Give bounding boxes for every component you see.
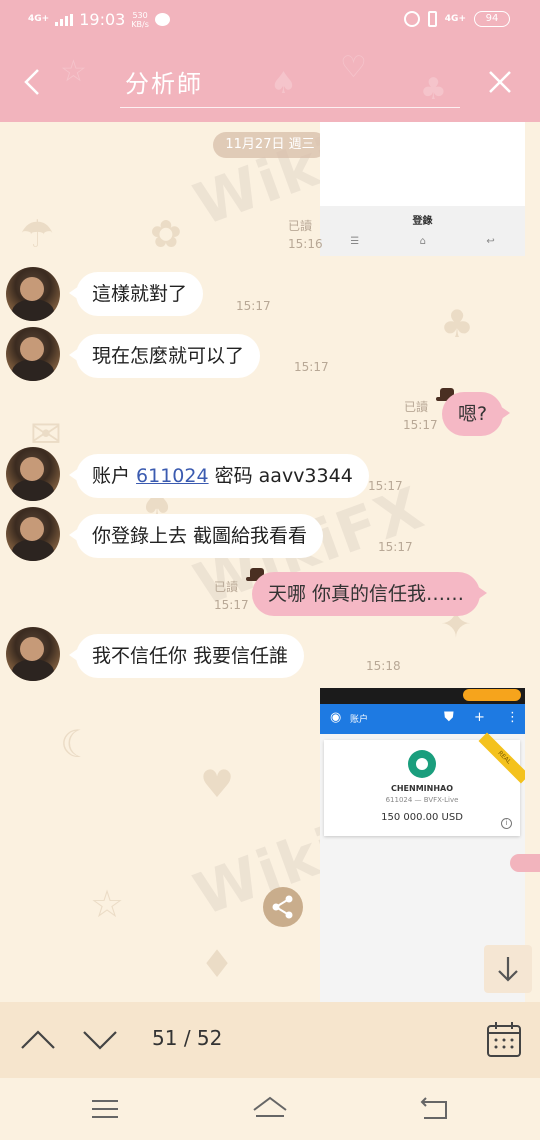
message-bubble-incoming[interactable]: 現在怎麼就可以了 xyxy=(68,334,261,378)
image-header-title: 账户 xyxy=(350,715,369,725)
message-bubble-outgoing[interactable]: 天哪 你真的信任我…… xyxy=(252,572,488,616)
back-icon: ↩ xyxy=(486,236,495,247)
doodle-icon: ✿ xyxy=(150,212,182,256)
password-text: 密码 aavv3344 xyxy=(208,465,353,487)
message-bubble-outgoing[interactable]: 嗯? xyxy=(442,392,511,436)
calendar-button[interactable] xyxy=(484,1020,524,1060)
home-button[interactable] xyxy=(252,1092,288,1124)
avatar[interactable] xyxy=(6,447,60,501)
close-button[interactable] xyxy=(482,64,518,100)
read-receipt: 已讀 xyxy=(403,400,428,414)
system-navigation-bar xyxy=(0,1078,540,1140)
avatar[interactable] xyxy=(6,327,60,381)
status-bar: 4G+ 19:03 530 KB/s 4G+ 94 xyxy=(0,0,540,42)
doodle-icon: ☾ xyxy=(60,722,95,766)
page-indicator: 51 / 52 xyxy=(152,1026,222,1050)
image-shield-icon: ⛊ xyxy=(444,710,454,725)
doodle-icon: ♣ xyxy=(440,302,475,346)
message-bubble-incoming[interactable]: 這樣就對了 xyxy=(68,272,204,316)
chat-header: ☆ ♠ ♡ ♣ 分析師 xyxy=(0,42,540,122)
image-account-balance: 150 000.00 USD xyxy=(381,812,463,823)
avatar[interactable] xyxy=(6,507,60,561)
previous-result-button[interactable] xyxy=(18,1020,58,1060)
deco-heart-icon: ♡ xyxy=(340,50,367,85)
signal-icon xyxy=(55,13,74,26)
scroll-to-bottom-button[interactable] xyxy=(484,945,532,993)
date-separator: 11月27日 週三 xyxy=(213,132,327,158)
image-logo-icon: ◉ xyxy=(330,710,342,725)
next-result-button[interactable] xyxy=(80,1020,120,1060)
read-receipt: 已讀 xyxy=(287,219,312,233)
chat-title: 分析師 xyxy=(125,70,203,98)
image-recording-pill xyxy=(463,689,521,701)
page-separator: / xyxy=(183,1026,191,1050)
total-pages: 52 xyxy=(196,1026,223,1050)
network-type-right: 4G+ xyxy=(444,13,466,24)
image-account-name: CHENMINHAO xyxy=(390,784,454,793)
doodle-icon: ♥ xyxy=(200,762,235,806)
read-receipt: 已讀 xyxy=(213,580,238,594)
image-nav-bar: ☰ ⌂ ↩ xyxy=(320,236,525,247)
deco-card-icon: ♠ xyxy=(270,66,297,101)
image-info-icon: i xyxy=(501,818,512,829)
message-time: 15:17 xyxy=(214,598,249,612)
message-time: 15:17 xyxy=(236,299,271,313)
message-bubble-incoming[interactable]: 账户 611024 密码 aavv3344 xyxy=(69,454,369,498)
avatar[interactable] xyxy=(6,267,60,321)
doodle-icon: ♦ xyxy=(200,942,235,986)
image-account-card: CHENMINHAO 611024 — BVFX-Live 150 000.00… xyxy=(324,732,525,836)
account-label: 账户 xyxy=(92,465,137,487)
back-system-button[interactable] xyxy=(418,1094,450,1122)
chat-notification-icon xyxy=(154,13,170,26)
image-plus-icon: + xyxy=(474,710,485,725)
message-time: 15:18 xyxy=(366,659,401,673)
vibrate-icon xyxy=(427,11,437,27)
doodle-icon: ☆ xyxy=(90,882,125,926)
image-account-info: 611024 — BVFX-Live xyxy=(385,796,459,804)
status-time: 19:03 xyxy=(79,10,126,29)
status-right: 4G+ 94 xyxy=(403,11,510,27)
image-account-logo xyxy=(408,750,436,778)
image-app-header: ◉ 账户 ⛊ + ⋮ xyxy=(320,704,525,734)
message-bubble-incoming[interactable]: 我不信任你 我要信任誰 xyxy=(68,634,305,678)
message-time: 15:17 xyxy=(378,540,413,554)
search-navigation-bar: 51 / 52 xyxy=(0,1002,540,1078)
recent-apps-button[interactable] xyxy=(90,1096,120,1122)
menu-icon: ☰ xyxy=(350,236,360,247)
message-bubble-incoming[interactable]: 你登錄上去 截圖給我看看 xyxy=(68,514,324,558)
speed-unit: KB/s xyxy=(131,19,149,29)
message-time: 15:17 xyxy=(368,479,403,493)
deco-club-icon: ♣ xyxy=(420,72,447,107)
chat-area[interactable]: WikiFX WikiFX WikiFX ☂ ✿ ♣ ✉ ♠ ✦ ☾ ♥ ☆ ♦… xyxy=(0,122,540,1002)
status-left: 4G+ 19:03 530 KB/s xyxy=(28,10,170,29)
side-tab-icon[interactable] xyxy=(510,854,540,872)
avatar[interactable] xyxy=(6,627,60,681)
back-button[interactable] xyxy=(16,62,50,102)
message-time: 15:17 xyxy=(403,418,438,432)
share-button[interactable] xyxy=(263,887,303,927)
title-underline xyxy=(120,107,460,108)
home-icon: ⌂ xyxy=(419,236,426,247)
message-time: 15:16 xyxy=(288,237,323,251)
doodle-icon: ☂ xyxy=(20,212,55,256)
message-time: 15:17 xyxy=(294,360,329,374)
image-login-label: 登錄 xyxy=(412,216,433,227)
sent-image-login[interactable]: 登錄 ☰ ⌂ ↩ xyxy=(320,122,525,256)
deco-star-icon: ☆ xyxy=(60,54,87,89)
current-page: 51 xyxy=(152,1026,178,1050)
speed-value: 530 xyxy=(132,10,148,20)
battery-icon: 94 xyxy=(474,11,510,27)
network-type: 4G+ xyxy=(28,14,50,24)
image-real-ribbon: REAL xyxy=(478,732,525,784)
account-number-link[interactable]: 611024 xyxy=(136,465,209,487)
alarm-icon xyxy=(403,11,420,27)
image-more-icon: ⋮ xyxy=(506,710,519,725)
network-speed: 530 KB/s xyxy=(131,11,149,29)
